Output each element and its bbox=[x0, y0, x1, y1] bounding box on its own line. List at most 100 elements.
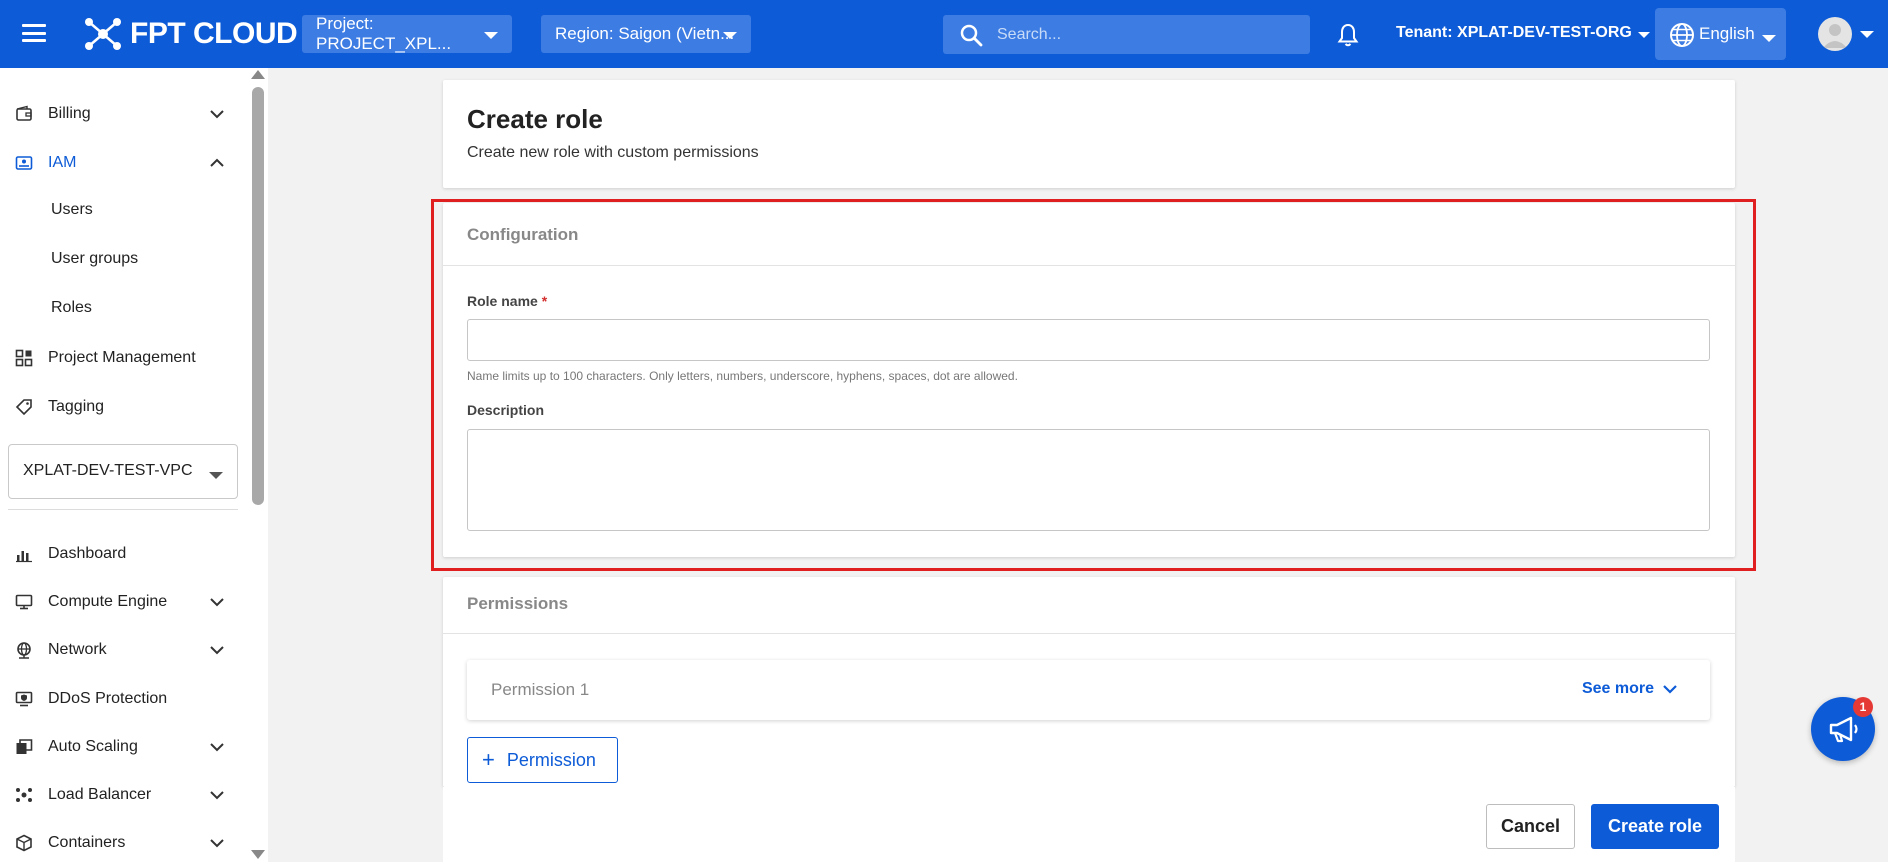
sidebar-subitem-roles[interactable]: Roles bbox=[51, 299, 92, 317]
region-select[interactable]: Region: Saigon (Vietn... bbox=[541, 15, 751, 53]
top-bar: FPT CLOUD Project: PROJECT_XPL... Region… bbox=[0, 0, 1888, 68]
role-name-hint: Name limits up to 100 characters. Only l… bbox=[467, 369, 1018, 383]
globe-network-icon bbox=[17, 642, 31, 659]
sidebar-item-label: Billing bbox=[48, 105, 91, 122]
sidebar-item-containers[interactable]: Containers bbox=[0, 821, 246, 862]
user-menu-chevron-icon[interactable] bbox=[1860, 31, 1874, 38]
user-avatar[interactable] bbox=[1818, 17, 1852, 51]
chevron-up-icon bbox=[210, 158, 224, 167]
sidebar-item-network[interactable]: Network bbox=[0, 628, 246, 672]
chevron-down-icon bbox=[210, 598, 224, 607]
fpt-network-logo-icon bbox=[85, 18, 121, 50]
sidebar-subitem-users[interactable]: Users bbox=[51, 201, 93, 219]
chevron-down-icon bbox=[209, 472, 223, 479]
sidebar-item-label: Dashboard bbox=[48, 545, 127, 562]
chevron-down-icon bbox=[1762, 35, 1776, 42]
sidebar-subitem-user-groups[interactable]: User groups bbox=[51, 250, 138, 268]
permissions-card: Permissions Permission 1 See more + Perm… bbox=[443, 577, 1735, 787]
sidebar-item-label: IAM bbox=[48, 154, 77, 171]
tenant-select[interactable]: Tenant: XPLAT-DEV-TEST-ORG bbox=[1396, 24, 1650, 42]
sidebar-item-compute-engine[interactable]: Compute Engine bbox=[0, 580, 246, 624]
user-avatar-icon bbox=[1823, 24, 1847, 48]
page-title: Create role bbox=[467, 104, 603, 134]
sidebar-item-load-balancer[interactable]: Load Balancer bbox=[0, 773, 246, 817]
id-card-icon bbox=[15, 156, 33, 170]
sidebar-item-billing[interactable]: Billing bbox=[0, 92, 246, 136]
configuration-section-title: Configuration bbox=[467, 225, 579, 244]
description-textarea[interactable] bbox=[467, 429, 1710, 531]
role-name-label-text: Role name bbox=[467, 293, 538, 309]
vpc-select-label: XPLAT-DEV-TEST-VPC bbox=[23, 462, 193, 479]
sidebar-item-label: Compute Engine bbox=[48, 593, 168, 610]
box-icon bbox=[16, 834, 32, 852]
sidebar-item-label: Containers bbox=[48, 834, 126, 851]
sidebar-divider bbox=[8, 509, 238, 510]
section-divider bbox=[443, 265, 1735, 266]
project-select[interactable]: Project: PROJECT_XPL... bbox=[302, 14, 512, 53]
sidebar-item-label: Load Balancer bbox=[48, 786, 152, 803]
brand-name: FPT CLOUD bbox=[130, 17, 298, 50]
chevron-down-icon bbox=[210, 791, 224, 800]
chevron-down-icon bbox=[1637, 32, 1650, 38]
page-subtitle: Create new role with custom permissions bbox=[467, 144, 759, 161]
sidebar-item-dashboard[interactable]: Dashboard bbox=[0, 532, 246, 576]
brand-logo[interactable]: FPT CLOUD bbox=[84, 16, 298, 52]
chevron-down-icon bbox=[210, 646, 224, 655]
sidebar-item-auto-scaling[interactable]: Auto Scaling bbox=[0, 725, 246, 769]
notification-bell-icon[interactable] bbox=[1336, 22, 1360, 48]
hamburger-menu-icon[interactable] bbox=[22, 24, 46, 42]
add-permission-button[interactable]: + Permission bbox=[467, 737, 618, 783]
sidebar-item-label: Project Management bbox=[48, 349, 196, 366]
language-label: English bbox=[1699, 24, 1755, 43]
sidebar: Billing IAM Users User groups Roles Proj… bbox=[0, 68, 268, 862]
search-bar[interactable] bbox=[943, 15, 1310, 54]
sidebar-item-label: Network bbox=[48, 641, 107, 658]
page-header-card: Create role Create new role with custom … bbox=[443, 80, 1735, 188]
tag-icon bbox=[15, 399, 32, 416]
language-select[interactable]: English bbox=[1655, 8, 1786, 60]
permissions-section-title: Permissions bbox=[467, 594, 569, 613]
sidebar-item-project-management[interactable]: Project Management bbox=[0, 336, 246, 380]
role-name-label: Role name * bbox=[467, 293, 547, 309]
create-role-button[interactable]: Create role bbox=[1591, 804, 1719, 849]
region-select-label: Region: Saigon (Vietn... bbox=[555, 24, 735, 43]
cancel-button[interactable]: Cancel bbox=[1486, 804, 1575, 849]
sidebar-item-label: Auto Scaling bbox=[48, 738, 138, 755]
vpc-select[interactable]: XPLAT-DEV-TEST-VPC bbox=[8, 444, 238, 499]
permission-item[interactable]: Permission 1 See more bbox=[467, 660, 1710, 720]
stack-icon bbox=[16, 739, 33, 754]
shield-monitor-icon bbox=[15, 691, 33, 707]
section-divider bbox=[443, 633, 1735, 634]
scroll-up-arrow-icon[interactable] bbox=[251, 70, 265, 79]
chevron-down-icon bbox=[210, 110, 224, 119]
tenant-label: Tenant: XPLAT-DEV-TEST-ORG bbox=[1396, 24, 1632, 41]
chevron-down-icon bbox=[210, 743, 224, 752]
see-more-label: See more bbox=[1581, 680, 1654, 697]
sidebar-item-label: Tagging bbox=[48, 398, 105, 415]
search-input[interactable] bbox=[997, 15, 1297, 54]
globe-icon bbox=[1670, 23, 1694, 47]
sidebar-item-tagging[interactable]: Tagging bbox=[0, 385, 246, 429]
grid-plus-icon bbox=[15, 349, 33, 367]
plus-icon: + bbox=[482, 747, 495, 772]
chevron-down-icon bbox=[1663, 685, 1677, 694]
add-permission-label: Permission bbox=[506, 749, 596, 770]
sidebar-item-label: DDoS Protection bbox=[48, 690, 168, 707]
description-label: Description bbox=[467, 402, 545, 418]
bar-chart-icon bbox=[16, 551, 32, 563]
sidebar-item-iam[interactable]: IAM bbox=[0, 141, 246, 185]
configuration-card: Configuration Role name * Name limits up… bbox=[443, 203, 1735, 557]
balance-icon bbox=[16, 788, 32, 802]
notification-badge: 1 bbox=[1853, 697, 1873, 717]
chevron-down-icon bbox=[210, 839, 224, 848]
sidebar-scroll-thumb[interactable] bbox=[252, 87, 264, 505]
scroll-down-arrow-icon[interactable] bbox=[251, 850, 265, 859]
sidebar-item-ddos-protection[interactable]: DDoS Protection bbox=[0, 677, 246, 721]
chevron-down-icon bbox=[723, 32, 737, 39]
chevron-down-icon bbox=[484, 32, 498, 39]
wallet-icon bbox=[16, 105, 32, 121]
search-icon bbox=[960, 24, 983, 47]
project-select-label: Project: PROJECT_XPL... bbox=[316, 14, 452, 53]
role-name-input[interactable] bbox=[467, 319, 1710, 361]
see-more-link[interactable]: See more bbox=[1582, 680, 1678, 698]
